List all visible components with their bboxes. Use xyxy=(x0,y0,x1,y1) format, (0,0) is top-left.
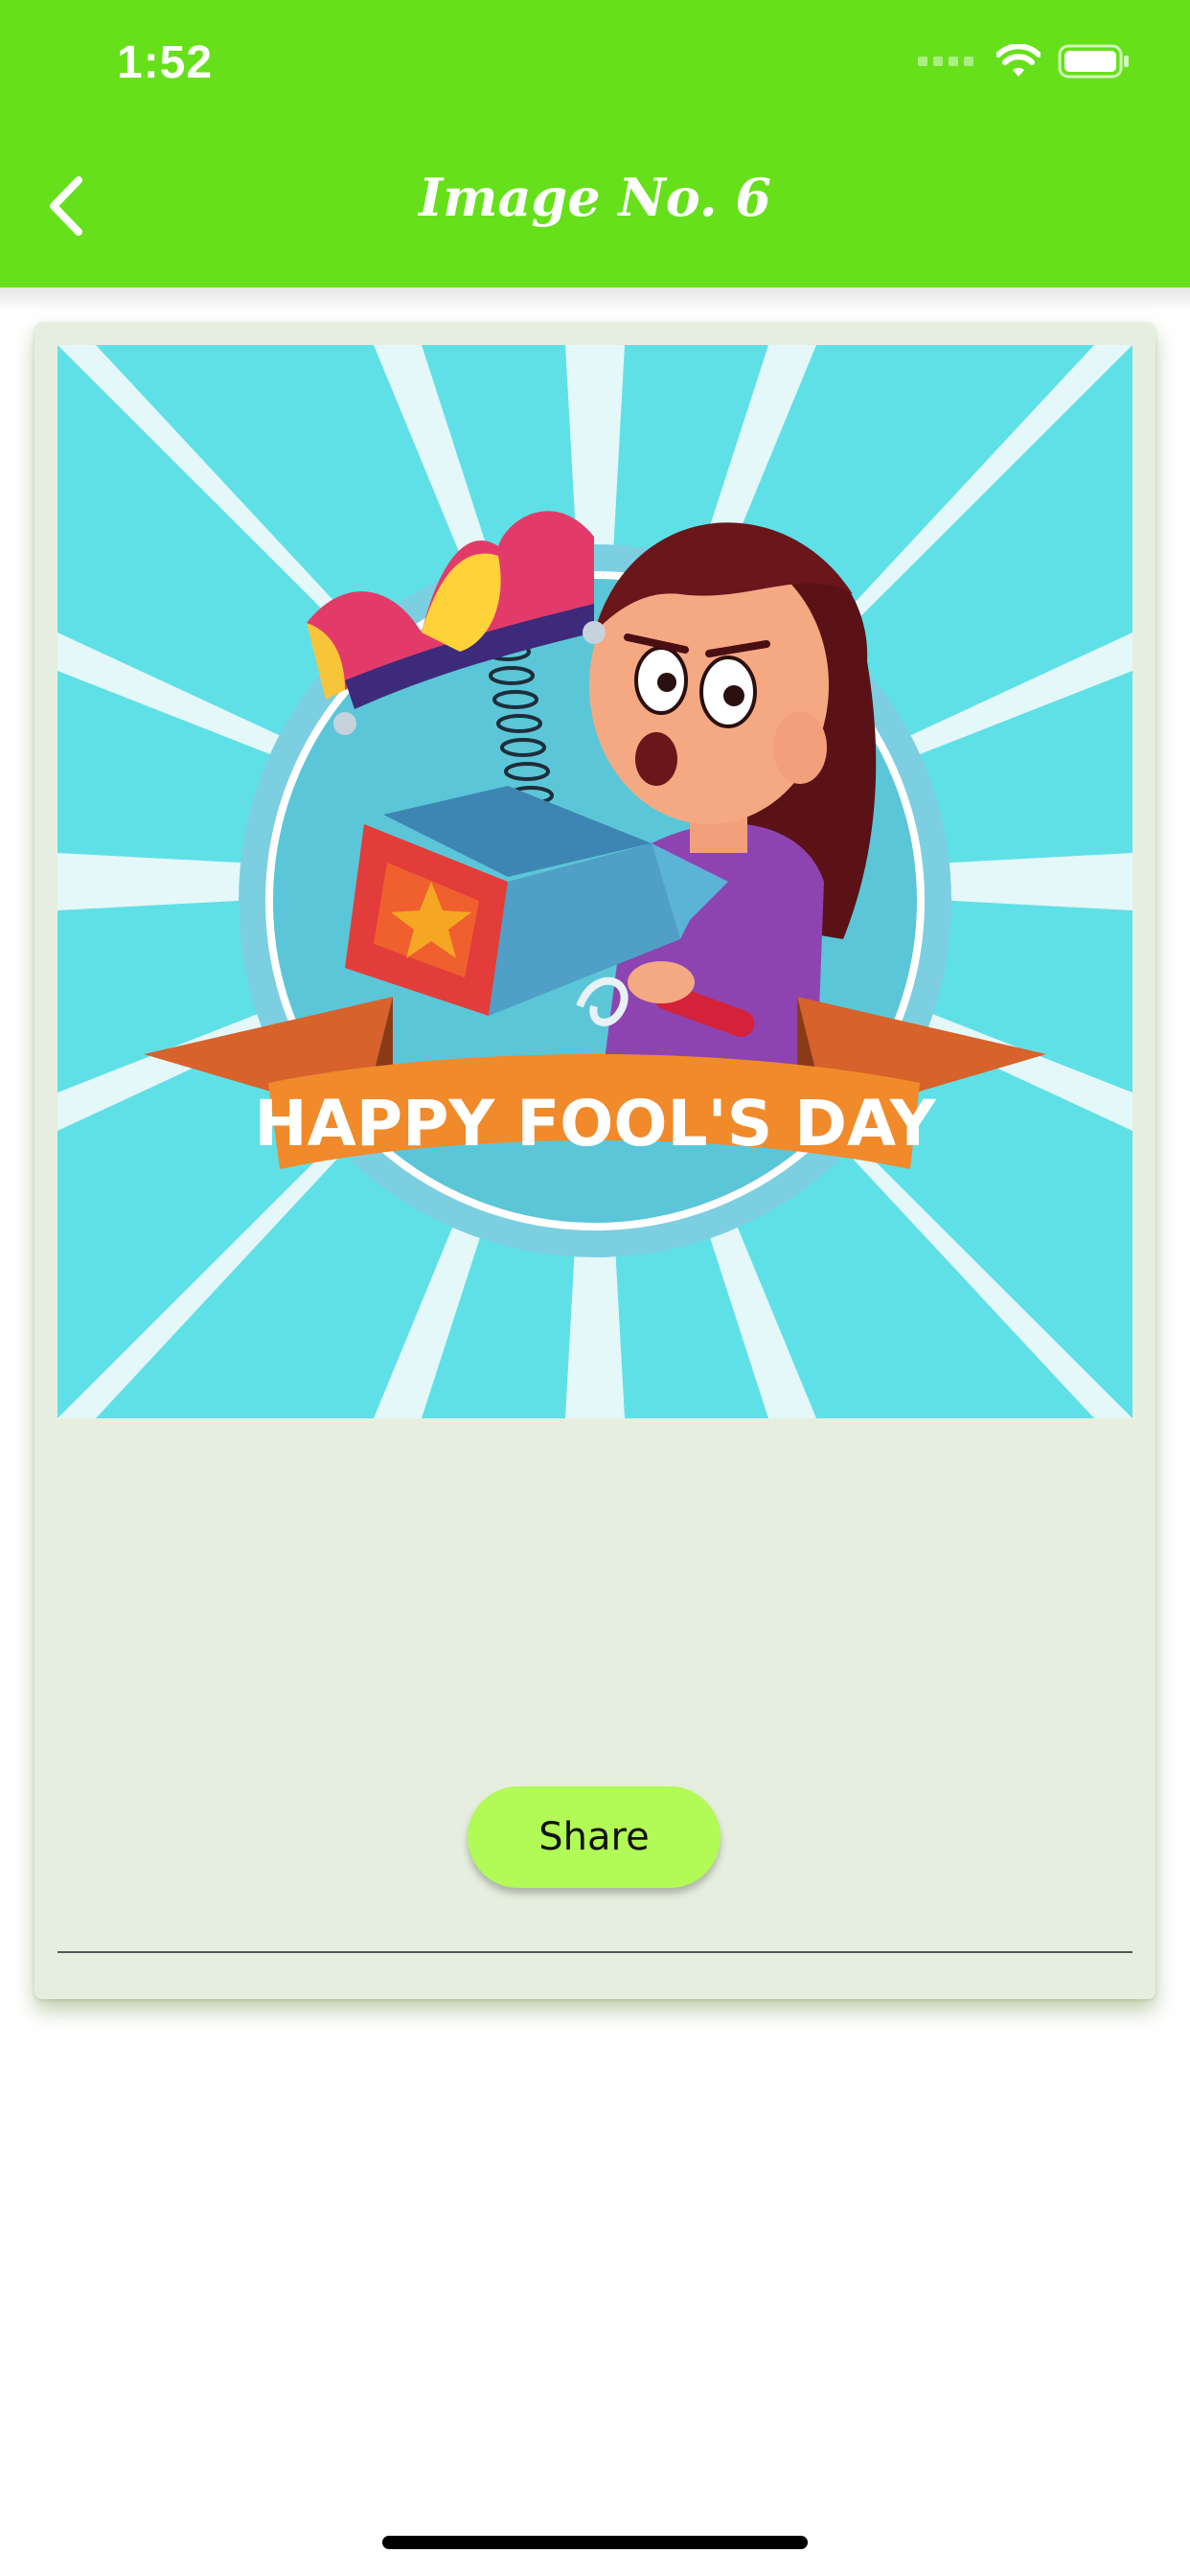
wifi-icon xyxy=(996,44,1041,77)
status-time: 1:52 xyxy=(117,37,214,88)
signal-icon xyxy=(918,57,973,66)
greeting-image: HAPPY FOOL'S DAY xyxy=(57,345,1133,1418)
battery-icon xyxy=(1058,44,1129,79)
header-shadow xyxy=(0,288,1190,312)
share-button[interactable]: Share xyxy=(468,1786,721,1888)
banner-text: HAPPY FOOL'S DAY xyxy=(254,1087,936,1161)
page-title: Image No. 6 xyxy=(419,167,771,228)
app-header: 1:52 Image No. 6 xyxy=(0,0,1190,288)
fools-day-illustration: HAPPY FOOL'S DAY xyxy=(57,345,1133,1418)
card-divider xyxy=(57,1951,1133,1953)
status-icons xyxy=(918,44,1131,79)
image-card: HAPPY FOOL'S DAY Share xyxy=(34,322,1156,1999)
home-indicator xyxy=(382,2536,808,2549)
